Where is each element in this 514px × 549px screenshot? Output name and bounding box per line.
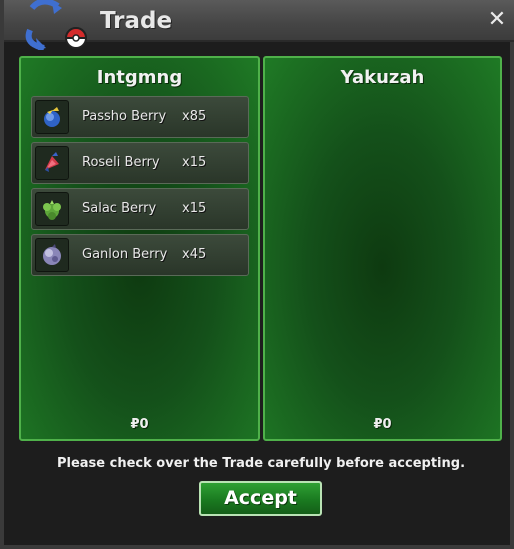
accept-button[interactable]: Accept <box>199 481 322 516</box>
trade-window: Trade ✕ Intgmng Passho Berry x85 Roseli … <box>0 0 514 549</box>
item-quantity: x45 <box>182 247 207 262</box>
offer-item[interactable]: Roseli Berry x15 <box>31 142 249 184</box>
item-quantity: x15 <box>182 155 207 170</box>
partner-money-offer: ₽0 <box>373 417 392 432</box>
ganlon-berry-icon <box>35 238 69 272</box>
window-title: Trade <box>100 8 173 34</box>
offer-item-list: Passho Berry x85 Roseli Berry x15 Salac … <box>31 96 249 280</box>
title-bar[interactable]: Trade ✕ <box>4 0 514 50</box>
offer-item[interactable]: Ganlon Berry x45 <box>31 234 249 276</box>
partner-offer-panel: Yakuzah ₽0 <box>263 56 502 441</box>
roseli-berry-icon <box>35 146 69 180</box>
money-offer: ₽0 <box>130 417 149 432</box>
salac-berry-icon <box>35 192 69 226</box>
passho-berry-icon <box>35 100 69 134</box>
offer-item[interactable]: Salac Berry x15 <box>31 188 249 230</box>
item-name: Roseli Berry <box>82 155 160 170</box>
trade-notice: Please check over the Trade carefully be… <box>56 456 466 471</box>
pokeball-logo-icon <box>25 0 88 50</box>
close-button[interactable]: ✕ <box>486 9 508 31</box>
offer-item[interactable]: Passho Berry x85 <box>31 96 249 138</box>
item-quantity: x85 <box>182 109 207 124</box>
close-icon[interactable]: ✕ <box>488 7 506 32</box>
item-name: Ganlon Berry <box>82 247 168 262</box>
player-name: Intgmng <box>96 67 183 88</box>
item-name: Salac Berry <box>82 201 157 216</box>
item-quantity: x15 <box>182 201 207 216</box>
my-offer-panel: Intgmng Passho Berry x85 Roseli Berry x1… <box>19 56 260 441</box>
item-name: Passho Berry <box>82 109 167 124</box>
partner-name: Yakuzah <box>340 67 425 88</box>
